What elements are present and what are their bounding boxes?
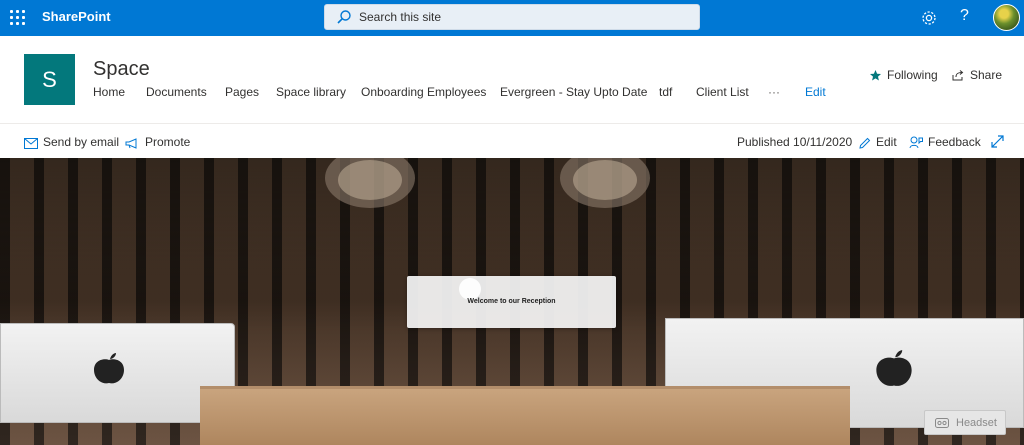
nav-item-tdf[interactable]: tdf — [659, 85, 672, 99]
site-header: S Space Home Documents Pages Space libra… — [0, 36, 1024, 124]
promote-label: Promote — [145, 135, 191, 149]
search-input[interactable] — [359, 5, 689, 29]
send-by-email-button[interactable]: Send by email — [24, 135, 119, 149]
email-icon — [24, 138, 38, 149]
following-button[interactable]: Following — [870, 68, 938, 82]
reception-desk — [200, 386, 850, 445]
edit-button[interactable]: Edit — [859, 135, 897, 149]
promote-button[interactable]: Promote — [125, 135, 190, 149]
welcome-text: Welcome to our Reception — [467, 298, 556, 305]
command-bar: Send by email Promote Published 10/11/20… — [0, 124, 1024, 158]
published-date: Published 10/11/2020 — [737, 135, 853, 149]
site-title[interactable]: Space — [93, 58, 150, 81]
gear-icon[interactable] — [920, 9, 938, 27]
promote-icon — [125, 138, 137, 149]
send-by-email-label: Send by email — [43, 135, 120, 149]
nav-more-button[interactable]: ··· — [768, 85, 780, 99]
hotspot-icon — [459, 278, 481, 300]
edit-icon — [859, 137, 871, 149]
suite-bar: SharePoint ? — [0, 0, 1024, 36]
avatar[interactable] — [993, 4, 1020, 31]
headset-label: Headset — [956, 417, 997, 429]
nav-item-pages[interactable]: Pages — [225, 85, 259, 99]
search-icon — [337, 10, 351, 24]
help-icon[interactable]: ? — [960, 7, 969, 25]
waffle-icon[interactable] — [10, 10, 26, 26]
nav-item-documents[interactable]: Documents — [146, 85, 207, 99]
headset-button[interactable]: Headset — [924, 410, 1006, 435]
welcome-hotspot-card[interactable]: Welcome to our Reception — [407, 276, 616, 328]
edit-label: Edit — [876, 135, 897, 149]
headset-icon — [935, 418, 949, 428]
nav-item-evergreen[interactable]: Evergreen - Stay Upto Date — [500, 85, 647, 99]
nav-edit-link[interactable]: Edit — [805, 85, 826, 99]
share-label: Share — [970, 68, 1003, 82]
apple-logo-icon — [876, 350, 912, 386]
share-icon — [952, 70, 964, 81]
expand-icon[interactable] — [991, 135, 1004, 148]
star-icon — [870, 70, 881, 81]
nav-item-home[interactable]: Home — [93, 85, 125, 99]
following-label: Following — [887, 68, 938, 82]
feedback-button[interactable]: Feedback — [909, 135, 981, 149]
nav-item-space-library[interactable]: Space library — [276, 85, 346, 99]
nav-item-onboarding-employees[interactable]: Onboarding Employees — [361, 85, 486, 99]
feedback-label: Feedback — [928, 135, 981, 149]
site-logo[interactable]: S — [24, 54, 75, 105]
nav-item-client-list[interactable]: Client List — [696, 85, 749, 99]
feedback-icon — [909, 136, 923, 149]
search-box[interactable] — [324, 4, 700, 30]
share-button[interactable]: Share — [952, 68, 1002, 82]
hero-360-image[interactable]: Welcome to our Reception Headset — [0, 158, 1024, 445]
brand-label[interactable]: SharePoint — [42, 9, 111, 24]
apple-logo-icon — [94, 353, 124, 384]
